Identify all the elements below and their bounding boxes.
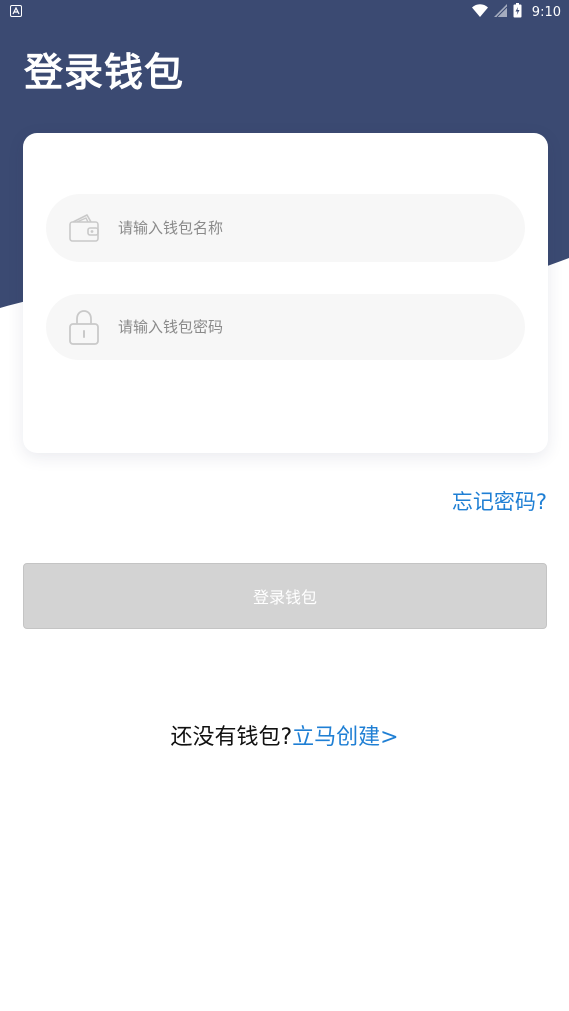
wallet-icon [66,210,102,246]
login-wallet-button[interactable]: 登录钱包 [23,563,547,629]
status-time: 9:10 [531,4,561,20]
wifi-icon [471,3,488,21]
notification-a-icon [10,5,22,17]
page-title: 登录钱包 [24,51,185,96]
register-prompt-row: 还没有钱包?立马创建> [0,722,569,754]
wallet-name-input[interactable] [118,219,498,237]
battery-icon [513,2,522,22]
login-form-card [23,133,548,453]
lock-icon [66,309,102,345]
wallet-password-input[interactable] [118,318,498,336]
register-prompt-text: 还没有钱包? [170,725,293,750]
signal-icon [493,3,508,21]
forgot-password-link[interactable]: 忘记密码? [452,486,547,516]
status-bar: 9:10 [0,0,569,24]
create-wallet-link[interactable]: 立马创建> [292,725,398,750]
wallet-name-field[interactable] [46,194,525,262]
wallet-password-field[interactable] [46,294,525,360]
